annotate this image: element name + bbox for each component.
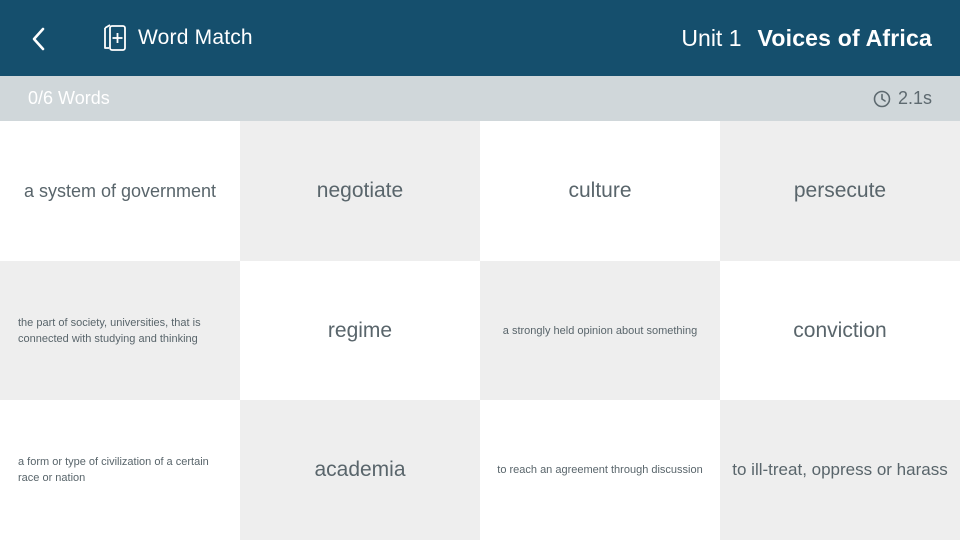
- tile-definition[interactable]: a strongly held opinion about something: [480, 261, 720, 400]
- top-bar: Word Match Unit 1 Voices of Africa: [0, 0, 960, 76]
- clock-icon: [873, 90, 891, 107]
- tile-word[interactable]: persecute: [720, 121, 960, 261]
- progress-counter: 0/6 Words: [28, 88, 110, 108]
- app-title-label: Word Match: [138, 26, 253, 49]
- app-title: Word Match: [100, 20, 253, 56]
- tile-word[interactable]: negotiate: [240, 121, 480, 261]
- tile-word[interactable]: culture: [480, 121, 720, 261]
- tile-definition[interactable]: a form or type of civilization of a cert…: [0, 400, 240, 540]
- tile-word[interactable]: conviction: [720, 261, 960, 400]
- timer-value: 2.1s: [897, 88, 932, 108]
- match-grid: a system of government negotiate culture…: [0, 121, 960, 540]
- flashcard-add-icon: [104, 24, 126, 51]
- unit-number: Unit 1: [681, 24, 742, 51]
- tile-definition[interactable]: the part of society, universities, that …: [0, 261, 240, 400]
- tile-definition[interactable]: a system of government: [0, 121, 240, 261]
- tile-definition[interactable]: to reach an agreement through discussion: [480, 400, 720, 540]
- tile-word[interactable]: regime: [240, 261, 480, 400]
- status-bar: 0/6 Words 2.1s: [0, 76, 960, 121]
- tile-word[interactable]: academia: [240, 400, 480, 540]
- back-button[interactable]: [22, 22, 56, 56]
- unit-heading: Unit 1 Voices of Africa: [681, 20, 932, 56]
- chevron-left-icon: [32, 27, 45, 51]
- unit-name: Voices of Africa: [757, 24, 932, 51]
- tile-definition[interactable]: to ill-treat, oppress or harass: [720, 400, 960, 540]
- timer: 2.1s: [873, 76, 932, 121]
